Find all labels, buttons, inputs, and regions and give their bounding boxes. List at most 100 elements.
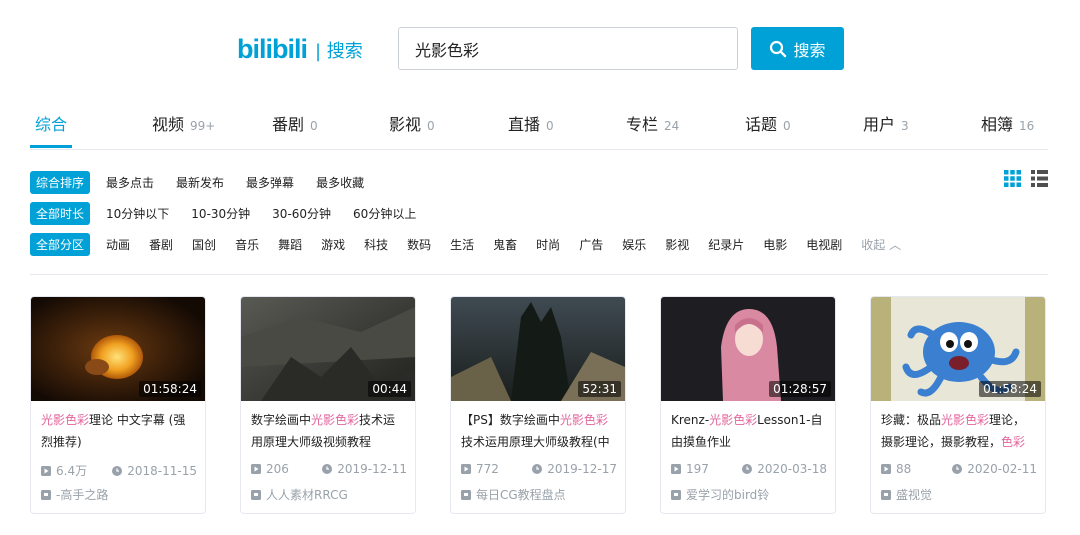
tab-topic[interactable]: 话题 0 — [745, 111, 791, 135]
view-toggle — [1004, 170, 1048, 187]
zone-option[interactable]: 电视剧 — [806, 236, 842, 253]
sort-option[interactable]: 最新发布 — [176, 174, 224, 191]
view-count: 772 — [476, 462, 499, 476]
uploader-name: 盛视觉 — [896, 488, 933, 502]
view-count: 6.4万 — [56, 464, 88, 478]
video-meta: 197 2020-03-18 — [671, 462, 827, 476]
sort-option[interactable]: 最多点击 — [106, 174, 154, 191]
duration-option[interactable]: 10分钟以下 — [106, 205, 169, 222]
sort-selected[interactable]: 综合排序 — [30, 171, 91, 194]
tab-count: 99+ — [190, 119, 216, 133]
zone-option[interactable]: 鬼畜 — [493, 236, 517, 253]
search-icon — [770, 40, 787, 57]
sort-option[interactable]: 最多弹幕 — [246, 174, 294, 191]
zone-option[interactable]: 国创 — [192, 236, 216, 253]
view-count: 88 — [896, 462, 912, 476]
uploader[interactable]: 人人素材RRCG — [251, 486, 348, 503]
zone-option[interactable]: 动画 — [106, 236, 130, 253]
tab-user[interactable]: 用户 3 — [863, 111, 909, 135]
video-title[interactable]: 光影色彩理论 中文字幕 (强烈推荐) — [41, 409, 197, 453]
uploader[interactable]: -高手之路 — [41, 486, 108, 503]
zone-option[interactable]: 音乐 — [235, 236, 259, 253]
upload-date: 2019-12-17 — [547, 462, 617, 476]
search-input[interactable] — [398, 27, 738, 70]
search-button-label: 搜索 — [793, 40, 826, 60]
video-card[interactable]: 00:44 数字绘画中光影色彩技术运用原理大师级视频教程 206 2019-12… — [240, 296, 416, 514]
search-button[interactable]: 搜索 — [751, 27, 844, 70]
video-title[interactable]: 数字绘画中光影色彩技术运用原理大师级视频教程 — [251, 409, 407, 453]
bilibili-logo[interactable]: bilibili | 搜索 — [237, 34, 363, 65]
clock-icon — [952, 464, 963, 474]
uploader-name: 每日CG教程盘点 — [476, 488, 566, 502]
uploader[interactable]: 每日CG教程盘点 — [461, 486, 566, 503]
zone-selected[interactable]: 全部分区 — [30, 233, 91, 256]
zone-option[interactable]: 娱乐 — [622, 236, 646, 253]
clock-icon — [112, 465, 123, 476]
tab-count: 0 — [427, 119, 435, 133]
upload-date: 2020-03-18 — [757, 462, 827, 476]
zone-option[interactable]: 影视 — [665, 236, 689, 253]
video-thumbnail[interactable]: 01:58:24 — [31, 297, 205, 401]
duration-option[interactable]: 10-30分钟 — [191, 205, 250, 222]
duration-filter-row: 全部时长 10分钟以下 10-30分钟 30-60分钟 60分钟以上 — [30, 202, 438, 225]
video-card[interactable]: 01:58:24 珍藏：极品光影色彩理论，摄影理论，摄影教程，色彩 88 202… — [870, 296, 1046, 514]
duration-option[interactable]: 30-60分钟 — [272, 205, 331, 222]
result-type-tabs: 综合 视频 99+ 番剧 0 影视 0 直播 0 专栏 24 话题 0 用户 3 相簿 16 — [30, 105, 1048, 150]
video-card[interactable]: 52:31 【PS】数字绘画中光影色彩技术运用原理大师级教程(中 772 201… — [450, 296, 626, 514]
zone-option[interactable]: 纪录片 — [708, 236, 744, 253]
video-card[interactable]: 01:28:57 Krenz-光影色彩Lesson1-自由摸鱼作业 197 20… — [660, 296, 836, 514]
video-thumbnail[interactable]: 01:58:24 — [871, 297, 1045, 401]
tab-count: 3 — [901, 119, 909, 133]
tab-article[interactable]: 专栏 24 — [626, 111, 679, 135]
tab-count: 0 — [783, 119, 791, 133]
tab-bangumi[interactable]: 番剧 0 — [272, 111, 318, 135]
video-thumbnail[interactable]: 52:31 — [451, 297, 625, 401]
video-meta: 88 2020-02-11 — [881, 462, 1037, 476]
logo-suffix: | 搜索 — [315, 40, 363, 62]
list-view-icon[interactable] — [1031, 170, 1048, 187]
clock-icon — [742, 464, 753, 474]
tab-film[interactable]: 影视 0 — [389, 111, 435, 135]
video-title[interactable]: Krenz-光影色彩Lesson1-自由摸鱼作业 — [671, 409, 827, 453]
tab-all[interactable]: 综合 — [35, 111, 67, 135]
zone-option[interactable]: 科技 — [364, 236, 388, 253]
video-title[interactable]: 【PS】数字绘画中光影色彩技术运用原理大师级教程(中 — [461, 409, 617, 453]
uploader-icon — [671, 489, 681, 500]
tab-count: 16 — [1019, 119, 1035, 133]
video-title[interactable]: 珍藏：极品光影色彩理论，摄影理论，摄影教程，色彩 — [881, 409, 1037, 453]
uploader[interactable]: 盛视觉 — [881, 486, 932, 503]
duration-option[interactable]: 60分钟以上 — [353, 205, 416, 222]
zone-option[interactable]: 数码 — [407, 236, 431, 253]
uploader[interactable]: 爱学习的bird铃 — [671, 486, 769, 503]
tab-album[interactable]: 相簿 16 — [981, 111, 1034, 135]
clock-icon — [532, 464, 543, 474]
zone-option[interactable]: 广告 — [579, 236, 603, 253]
video-meta: 772 2019-12-17 — [461, 462, 617, 476]
active-tab-indicator — [30, 145, 72, 148]
upload-date: 2020-02-11 — [967, 462, 1037, 476]
zone-option[interactable]: 时尚 — [536, 236, 560, 253]
tab-count: 24 — [664, 119, 680, 133]
collapse-filters-button[interactable]: 收起 ︿ — [861, 236, 901, 253]
zone-option[interactable]: 电影 — [763, 236, 787, 253]
tab-live[interactable]: 直播 0 — [508, 111, 554, 135]
upload-date: 2018-11-15 — [127, 463, 197, 478]
zone-option[interactable]: 番剧 — [149, 236, 173, 253]
play-count-icon — [671, 464, 681, 474]
zone-filter-row: 全部分区 动画 番剧 国创 音乐 舞蹈 游戏 科技 数码 生活 鬼畜 时尚 广告… — [30, 233, 901, 256]
zone-option[interactable]: 生活 — [450, 236, 474, 253]
play-count-icon — [41, 465, 51, 476]
uploader-name: 爱学习的bird铃 — [686, 488, 770, 502]
sort-option[interactable]: 最多收藏 — [316, 174, 364, 191]
zone-option[interactable]: 游戏 — [321, 236, 345, 253]
uploader-name: 人人素材RRCG — [266, 488, 348, 502]
video-card[interactable]: 01:58:24 光影色彩理论 中文字幕 (强烈推荐) 6.4万 2018-11… — [30, 296, 206, 514]
zone-option[interactable]: 舞蹈 — [278, 236, 302, 253]
video-thumbnail[interactable]: 00:44 — [241, 297, 415, 401]
video-duration: 01:58:24 — [979, 381, 1041, 397]
grid-view-icon[interactable] — [1004, 170, 1021, 187]
duration-selected[interactable]: 全部时长 — [30, 202, 91, 225]
video-thumbnail[interactable]: 01:28:57 — [661, 297, 835, 401]
logo-wordmark: bilibili — [237, 34, 308, 64]
tab-video[interactable]: 视频 99+ — [152, 111, 215, 135]
